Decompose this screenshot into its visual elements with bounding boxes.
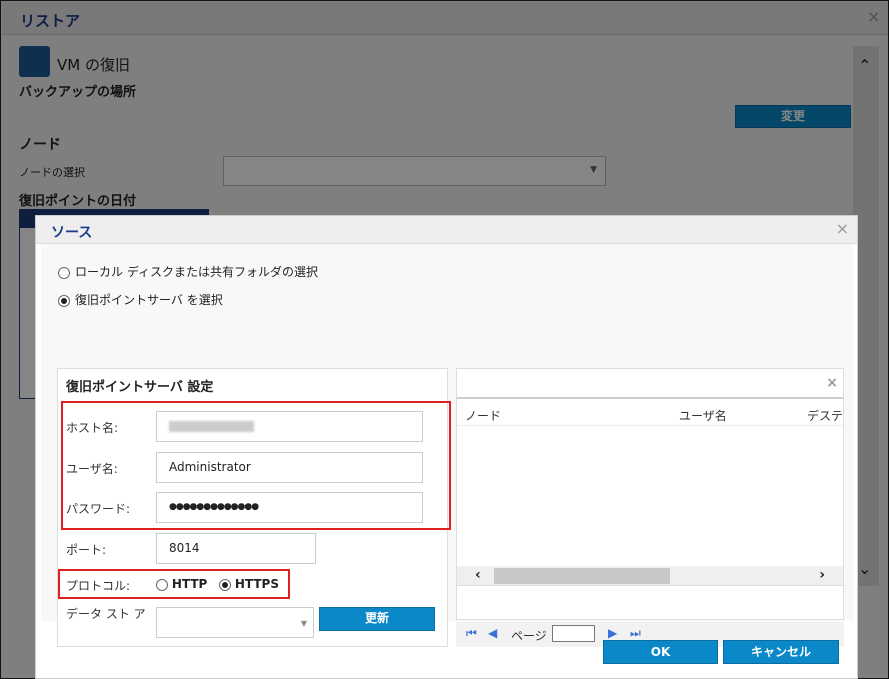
header-divider	[457, 425, 843, 426]
datastore-select[interactable]: ▼	[156, 607, 314, 638]
scrollbar-thumb[interactable]	[494, 568, 670, 584]
password-label: パスワード:	[66, 502, 131, 516]
https-label: HTTPS	[234, 577, 279, 591]
node-list-panel: × ノード ユーザ名 デステ ‹ ›	[456, 368, 844, 620]
radio-icon[interactable]	[156, 578, 168, 591]
scroll-left-icon[interactable]: ‹	[475, 567, 481, 583]
scroll-right-icon[interactable]: ›	[819, 567, 825, 583]
port-input[interactable]: 8014	[156, 533, 316, 564]
radio-label: 復旧ポイントサーバ を選択	[75, 293, 223, 307]
horizontal-scrollbar[interactable]: ‹ ›	[457, 566, 843, 586]
dialog-title: ソース	[51, 225, 93, 241]
column-header-username[interactable]: ユーザ名	[679, 407, 727, 424]
next-page-icon[interactable]: ▶	[608, 626, 617, 640]
close-icon[interactable]: ×	[836, 219, 849, 238]
page-input[interactable]	[552, 625, 595, 642]
protocol-label: プロトコル:	[66, 579, 131, 593]
page-label: ページ	[511, 629, 547, 643]
radio-http[interactable]: HTTP	[156, 577, 207, 591]
radio-https[interactable]: HTTPS	[219, 577, 279, 591]
search-input[interactable]: ×	[457, 369, 843, 399]
dialog-body: ローカル ディスクまたは共有フォルダの選択 復旧ポイントサーバ を選択 復旧ポイ…	[41, 244, 853, 647]
radio-local-disk[interactable]: ローカル ディスクまたは共有フォルダの選択	[58, 263, 318, 280]
first-page-icon[interactable]: ⏮	[466, 626, 477, 641]
host-value-blurred	[169, 421, 254, 432]
host-input[interactable]	[156, 411, 423, 442]
radio-icon[interactable]	[58, 266, 70, 279]
column-header-destination[interactable]: デステ	[807, 407, 843, 424]
user-label: ユーザ名:	[66, 462, 118, 476]
radio-selected-icon[interactable]	[58, 294, 70, 307]
cancel-button[interactable]: キャンセル	[723, 640, 839, 664]
http-label: HTTP	[171, 577, 208, 591]
host-label: ホスト名:	[66, 421, 119, 435]
radio-selected-icon[interactable]	[219, 578, 231, 591]
last-page-icon[interactable]: ⏭	[630, 626, 641, 641]
chevron-down-icon: ▼	[300, 619, 307, 628]
datastore-label: データ スト ア	[66, 607, 146, 621]
rps-settings-panel: 復旧ポイントサーバ 設定 ホスト名: ユーザ名: Administrator パ…	[57, 368, 451, 647]
refresh-button[interactable]: 更新	[319, 607, 435, 631]
clear-icon[interactable]: ×	[826, 375, 838, 391]
radio-label: ローカル ディスクまたは共有フォルダの選択	[75, 265, 318, 279]
ok-button[interactable]: OK	[603, 640, 718, 664]
source-dialog: ソース × ローカル ディスクまたは共有フォルダの選択 復旧ポイントサーバ を選…	[35, 215, 858, 679]
user-input[interactable]: Administrator	[156, 452, 423, 483]
dialog-titlebar: ソース ×	[36, 216, 857, 244]
radio-recovery-point-server[interactable]: 復旧ポイントサーバ を選択	[58, 291, 223, 308]
settings-title: 復旧ポイントサーバ 設定	[66, 380, 214, 395]
prev-page-icon[interactable]: ◀	[488, 626, 497, 640]
port-label: ポート:	[66, 543, 107, 557]
password-input[interactable]: ●●●●●●●●●●●●●	[156, 492, 423, 523]
column-header-node[interactable]: ノード	[465, 407, 501, 424]
